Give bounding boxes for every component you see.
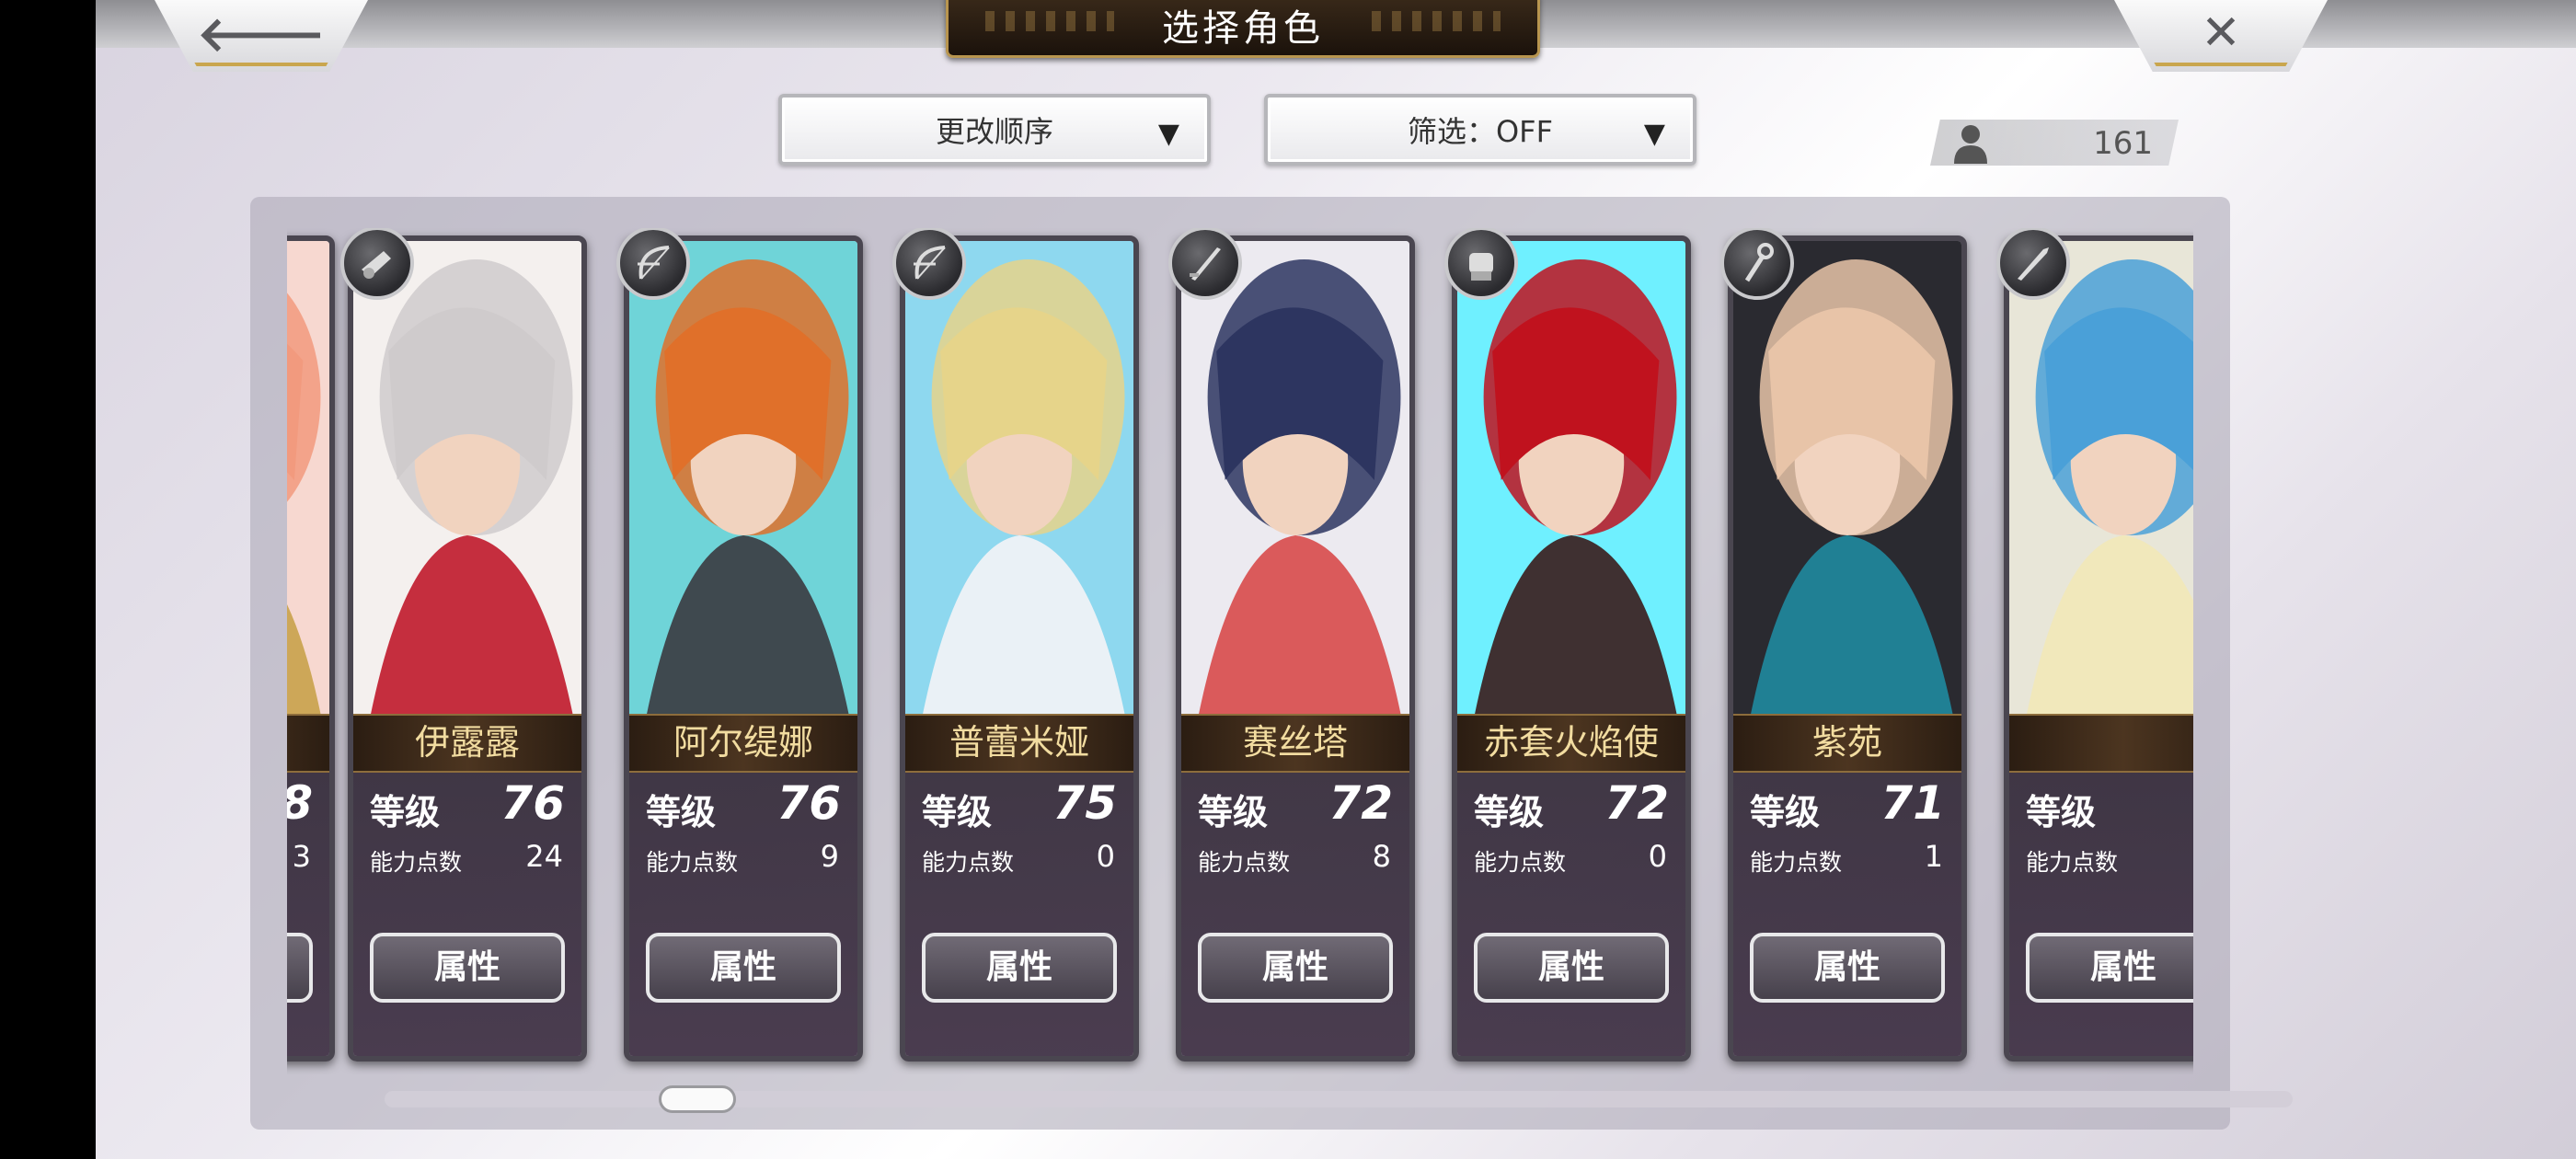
level-label: 等级	[2026, 792, 2097, 832]
character-portrait	[287, 241, 329, 714]
attributes-button[interactable]: 属性	[646, 933, 841, 1003]
character-portrait	[629, 241, 857, 714]
title-banner: 选择角色	[946, 0, 1540, 58]
person-icon	[1954, 125, 1987, 164]
ability-points-value: 8	[1372, 839, 1391, 874]
character-name: 普蕾米娅	[905, 714, 1133, 773]
character-card-list[interactable]: 诺娜 等级 78 能力点数 3 属性 伊露露 等级 76 能力点数 24 属性	[287, 228, 2193, 1074]
level-value: 78	[287, 776, 313, 830]
level-label: 等级	[646, 792, 717, 832]
character-name: 赤套火焰使	[1457, 714, 1685, 773]
character-count: 161	[2093, 125, 2153, 162]
ability-points-label: 能力点数	[1198, 849, 1291, 876]
level-label: 等级	[922, 792, 993, 832]
katana-icon	[1168, 228, 1242, 300]
attributes-button[interactable]: 属性	[2026, 933, 2193, 1003]
character-stats: 等级 76 能力点数 24 属性	[353, 773, 581, 1056]
sort-order-label: 更改顺序	[935, 114, 1053, 149]
character-card[interactable]: 普蕾米娅 等级 75 能力点数 0 属性	[900, 235, 1139, 1061]
character-card[interactable]: 紫苑 等级 71 能力点数 1 属性	[1728, 235, 1967, 1061]
character-name: 赛丝塔	[1181, 714, 1409, 773]
attributes-button[interactable]: 属性	[1198, 933, 1393, 1003]
attributes-button[interactable]: 属性	[922, 933, 1117, 1003]
character-name: 紫苑	[1733, 714, 1961, 773]
ability-points-value: 24	[525, 839, 563, 874]
level-value: 75	[1052, 776, 1117, 830]
ability-points-label: 能力点数	[1474, 849, 1567, 876]
left-black-bar	[0, 0, 96, 1159]
character-card[interactable]: 伊露露 等级 76 能力点数 24 属性	[348, 235, 587, 1061]
page-title: 选择角色	[1162, 7, 1324, 50]
staff-icon	[1720, 228, 1794, 300]
character-portrait	[905, 241, 1133, 714]
gauntlet-icon	[1444, 228, 1518, 300]
sort-order-dropdown[interactable]: 更改顺序 ▼	[778, 94, 1211, 166]
character-name: 伊露露	[353, 714, 581, 773]
level-label: 等级	[370, 792, 441, 832]
ability-points-value: 0	[1648, 839, 1667, 874]
character-name	[2009, 714, 2193, 773]
character-card[interactable]: 等级 能力点数 属性	[2004, 235, 2193, 1061]
level-value: 76	[500, 776, 565, 830]
close-icon: ✕	[2201, 6, 2241, 61]
character-name: 诺娜	[287, 714, 329, 773]
sword-icon	[1996, 228, 2070, 300]
character-portrait	[1181, 241, 1409, 714]
ability-points-value: 9	[820, 839, 839, 874]
character-card[interactable]: 赤套火焰使 等级 72 能力点数 0 属性	[1452, 235, 1691, 1061]
character-stats: 等级 72 能力点数 8 属性	[1181, 773, 1409, 1056]
ability-points-value: 1	[1924, 839, 1943, 874]
level-label: 等级	[1474, 792, 1545, 832]
ability-points-label: 能力点数	[922, 849, 1015, 876]
character-stats: 等级 能力点数 属性	[2009, 773, 2193, 1056]
level-value: 72	[1604, 776, 1669, 830]
character-name: 阿尔缇娜	[629, 714, 857, 773]
level-value: 76	[776, 776, 841, 830]
character-stats: 等级 71 能力点数 1 属性	[1733, 773, 1961, 1056]
back-arrow-icon: 🡐	[197, 6, 326, 63]
chevron-down-icon: ▼	[1643, 118, 1665, 150]
character-card[interactable]: 赛丝塔 等级 72 能力点数 8 属性	[1176, 235, 1415, 1061]
level-value: 72	[1328, 776, 1393, 830]
character-stats: 等级 75 能力点数 0 属性	[905, 773, 1133, 1056]
bow-icon	[616, 228, 690, 300]
ability-points-label: 能力点数	[370, 849, 463, 876]
filter-dropdown[interactable]: 筛选：OFF ▼	[1264, 94, 1696, 166]
attributes-button[interactable]: 属性	[1474, 933, 1669, 1003]
cannon-icon	[340, 228, 414, 300]
level-label: 等级	[1198, 792, 1269, 832]
chevron-down-icon: ▼	[1157, 118, 1179, 150]
level-label: 等级	[1750, 792, 1821, 832]
character-portrait	[1733, 241, 1961, 714]
character-card[interactable]: 阿尔缇娜 等级 76 能力点数 9 属性	[624, 235, 863, 1061]
filter-label: 筛选：OFF	[1407, 114, 1553, 149]
ability-points-label: 能力点数	[1750, 849, 1843, 876]
attributes-button[interactable]: 属性	[1750, 933, 1945, 1003]
attributes-button[interactable]: 属性	[370, 933, 565, 1003]
character-stats: 等级 72 能力点数 0 属性	[1457, 773, 1685, 1056]
bow-icon	[892, 228, 966, 300]
character-portrait	[2009, 241, 2193, 714]
scrollbar-thumb[interactable]	[659, 1085, 736, 1113]
ability-points-label: 能力点数	[646, 849, 739, 876]
character-portrait	[353, 241, 581, 714]
character-card[interactable]: 诺娜 等级 78 能力点数 3 属性	[287, 235, 335, 1061]
character-stats: 等级 78 能力点数 3 属性	[287, 773, 329, 1056]
character-stats: 等级 76 能力点数 9 属性	[629, 773, 857, 1056]
ability-points-label: 能力点数	[2026, 849, 2119, 876]
character-portrait	[1457, 241, 1685, 714]
ability-points-value: 3	[292, 839, 311, 874]
level-value: 71	[1880, 776, 1945, 830]
attributes-button[interactable]: 属性	[287, 933, 313, 1003]
ability-points-value: 0	[1096, 839, 1115, 874]
